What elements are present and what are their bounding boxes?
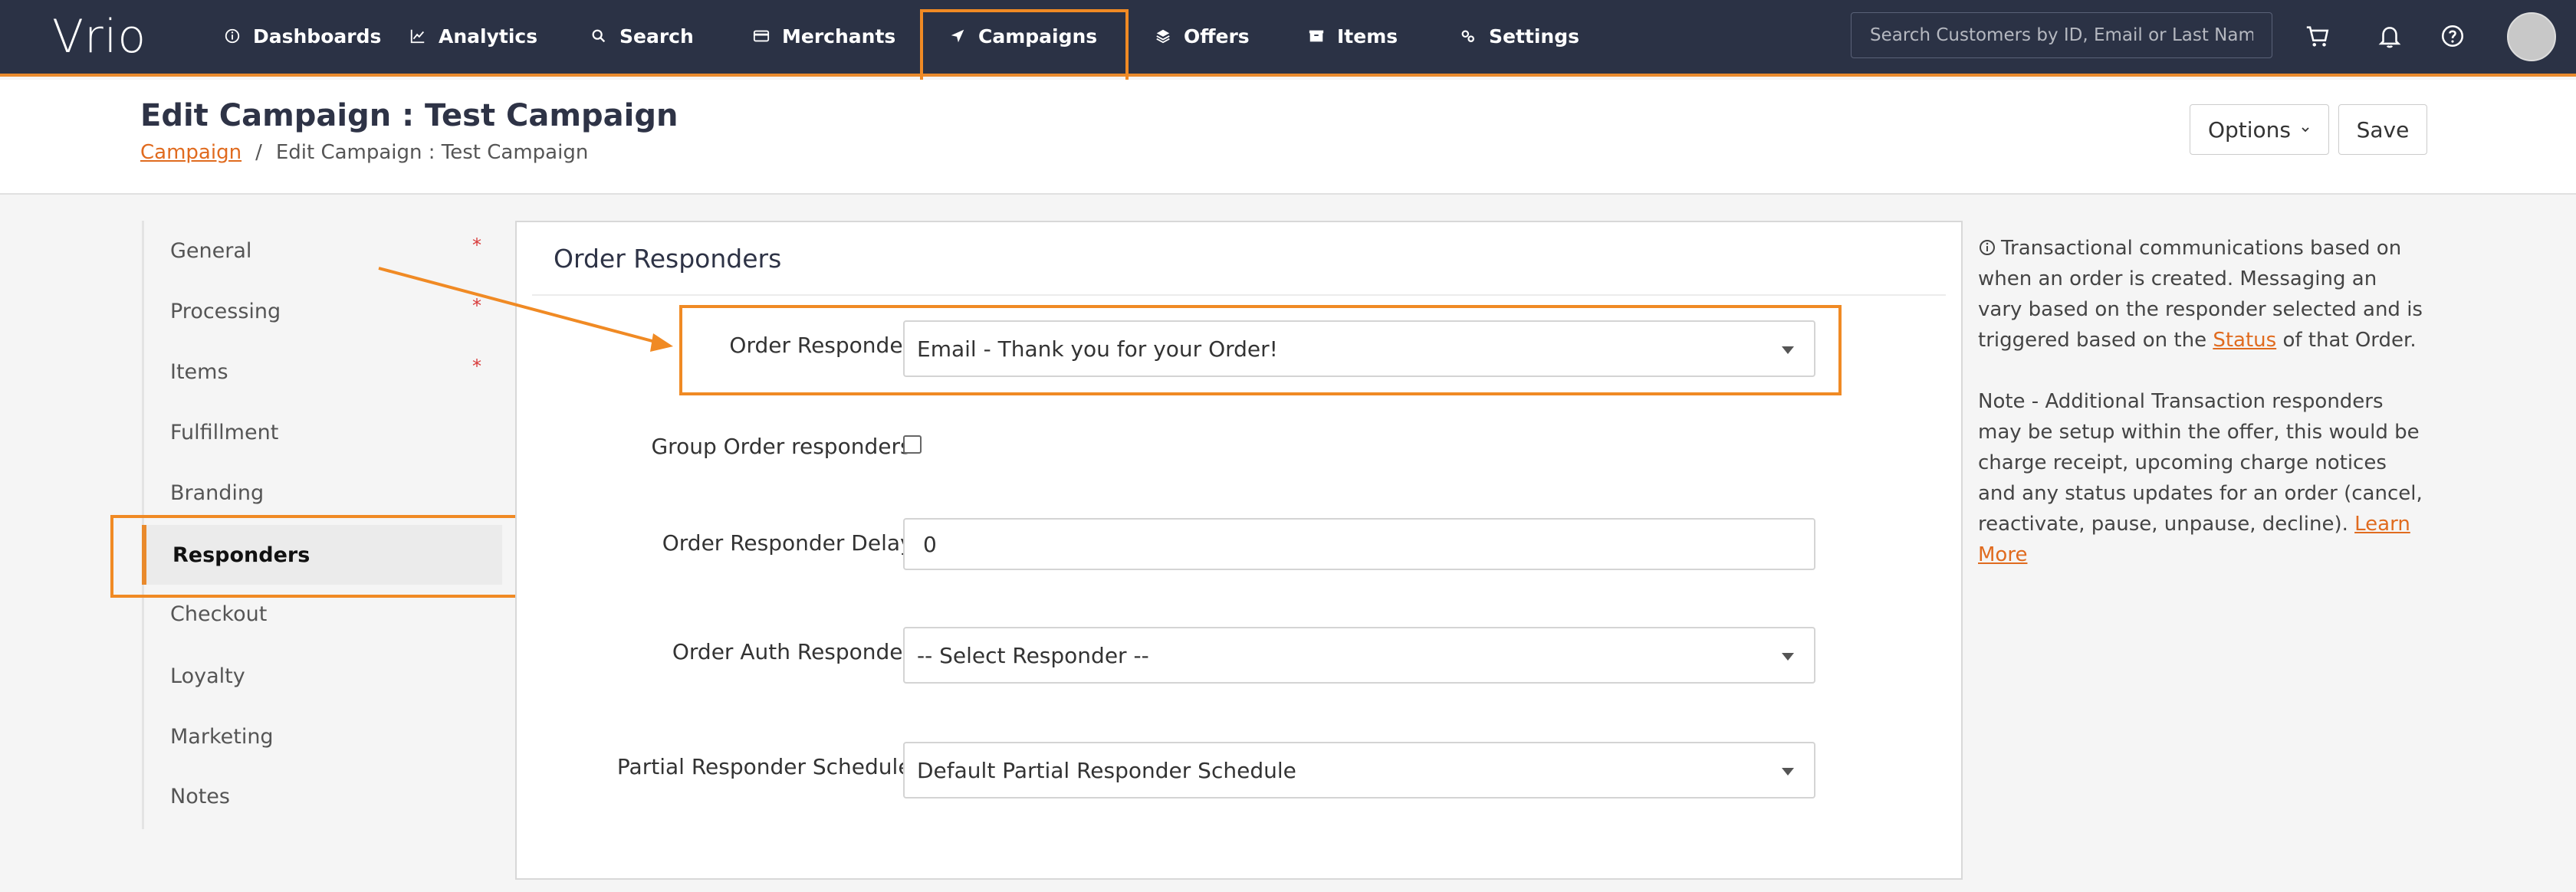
search-icon — [589, 26, 609, 46]
help-text: Transactional communications based on wh… — [1978, 233, 2423, 601]
partial-responder-schedule-select[interactable]: Default Partial Responder Schedule — [903, 742, 1815, 799]
sidebar-item-responders[interactable]: Responders — [142, 525, 502, 585]
vrio-logo[interactable]: Vrio — [52, 14, 146, 60]
nav-offers[interactable]: Offers — [1153, 17, 1250, 55]
group-order-responders-checkbox[interactable] — [903, 435, 922, 454]
info-icon — [1978, 238, 1996, 257]
page-header: Edit Campaign : Test Campaign Campaign / E… — [0, 80, 2576, 195]
chevron-down-icon — [2300, 124, 2311, 135]
order-auth-responder-select[interactable]: -- Select Responder -- — [903, 627, 1815, 684]
dropdown-caret-icon — [1782, 653, 1794, 661]
box-icon — [1306, 26, 1326, 46]
panel-title: Order Responders — [554, 244, 782, 274]
order-responders-panel: Order Responders Order Responder: Email … — [515, 221, 1963, 880]
nav-analytics[interactable]: Analytics — [408, 17, 537, 55]
gears-icon — [1458, 26, 1478, 46]
order-auth-responder-label: Order Auth Responder: — [672, 639, 918, 664]
breadcrumb-current: Edit Campaign : Test Campaign — [275, 141, 589, 164]
info-circle-icon — [222, 26, 242, 46]
order-responder-delay-label: Order Responder Delay: — [662, 530, 918, 556]
sidebar-item-processing[interactable]: Processing * — [144, 281, 504, 341]
page-title: Edit Campaign : Test Campaign — [140, 98, 678, 133]
campaign-sections-sidebar: General * Processing * Items * Fulfillment … — [142, 221, 504, 829]
avatar[interactable] — [2507, 12, 2556, 61]
nav-campaigns[interactable]: Campaigns — [948, 17, 1097, 55]
save-button[interactable]: Save — [2338, 104, 2427, 155]
options-button[interactable]: Options — [2190, 104, 2329, 155]
nav-merchants[interactable]: Merchants — [751, 17, 895, 55]
send-icon — [948, 26, 968, 46]
required-marker: * — [472, 295, 481, 316]
sidebar-item-loyalty[interactable]: Loyalty — [144, 646, 504, 706]
card-icon — [751, 26, 771, 46]
customer-search-input[interactable] — [1851, 12, 2272, 58]
order-responder-select[interactable]: Email - Thank you for your Order! — [903, 320, 1815, 377]
sidebar-item-notes[interactable]: Notes — [144, 766, 504, 826]
partial-responder-schedule-label: Partial Responder Schedule: — [616, 754, 918, 779]
required-marker: * — [472, 234, 481, 256]
sidebar-item-general[interactable]: General * — [144, 221, 504, 280]
required-marker: * — [472, 356, 481, 377]
sidebar-item-fulfillment[interactable]: Fulfillment — [144, 402, 504, 462]
sidebar-item-branding[interactable]: Branding — [144, 463, 504, 523]
cart-icon[interactable] — [2300, 18, 2335, 54]
line-chart-icon — [408, 26, 428, 46]
breadcrumb-separator: / — [255, 141, 262, 164]
nav-items[interactable]: Items — [1306, 17, 1398, 55]
nav-dashboards[interactable]: Dashboards — [222, 17, 381, 55]
nav-search[interactable]: Search — [589, 17, 694, 55]
dropdown-caret-icon — [1782, 346, 1794, 354]
breadcrumb-campaign-link[interactable]: Campaign — [140, 141, 242, 164]
sidebar-item-marketing[interactable]: Marketing — [144, 707, 504, 766]
sidebar-item-items[interactable]: Items * — [144, 342, 504, 402]
group-order-responders-label: Group Order responders: — [651, 434, 918, 459]
top-navbar: Vrio Dashboards Analytics Search Merchan… — [0, 0, 2576, 77]
bell-icon[interactable] — [2372, 18, 2407, 54]
dropdown-caret-icon — [1782, 768, 1794, 776]
order-responder-label: Order Responder: — [729, 333, 918, 358]
layers-icon — [1153, 26, 1173, 46]
breadcrumb: Campaign / Edit Campaign : Test Campaign — [140, 141, 588, 164]
panel-divider — [532, 294, 1946, 296]
help-paragraph-1: Transactional communications based on wh… — [1978, 237, 2423, 352]
help-paragraph-2: Note - Additional Transaction responders… — [1978, 390, 2423, 566]
status-link[interactable]: Status — [2213, 329, 2276, 352]
help-icon[interactable] — [2435, 18, 2470, 54]
order-responder-delay-input[interactable]: 0 — [903, 518, 1815, 570]
sidebar-item-checkout[interactable]: Checkout — [144, 584, 504, 644]
nav-settings[interactable]: Settings — [1458, 17, 1579, 55]
